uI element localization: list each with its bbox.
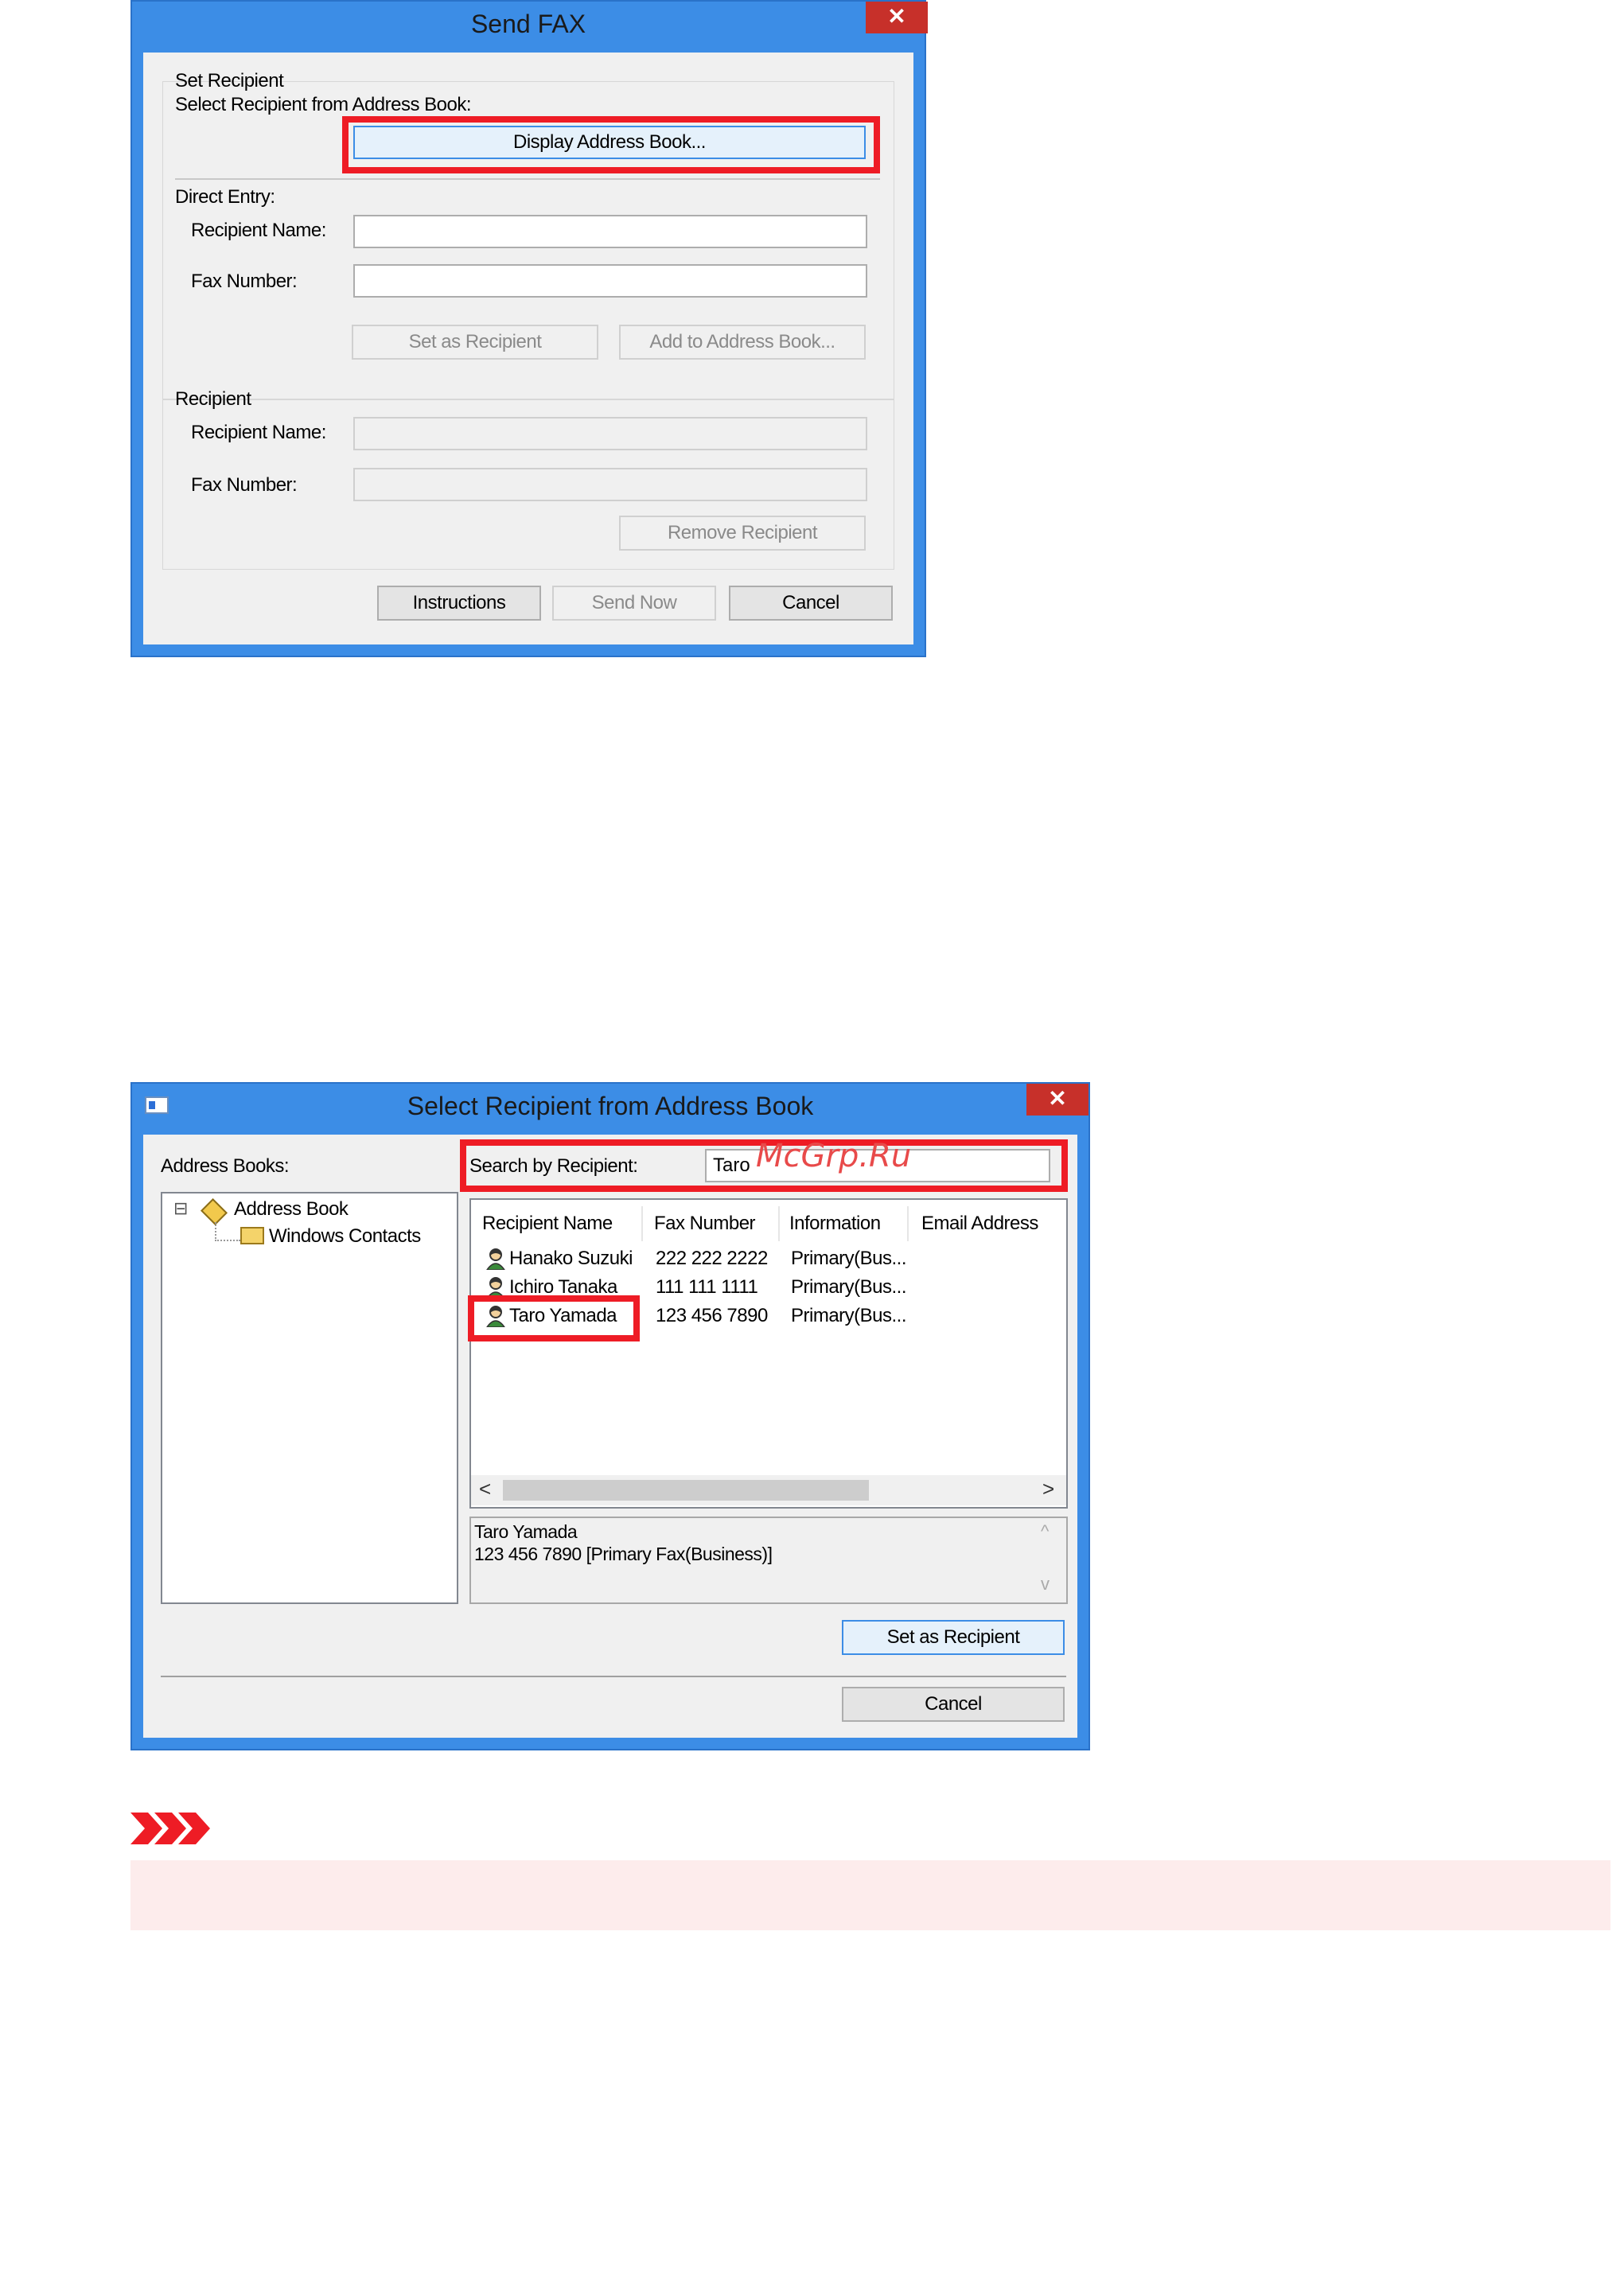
- recipient-detail-box: Taro Yamada 123 456 7890 [Primary Fax(Bu…: [469, 1517, 1068, 1604]
- column-header-information[interactable]: Information: [789, 1213, 881, 1235]
- recipient-list[interactable]: Recipient Name Fax Number Information Em…: [468, 1198, 1068, 1509]
- recipient-name-field[interactable]: [353, 215, 867, 248]
- address-books-label: Address Books:: [161, 1155, 290, 1177]
- contact-icon: [486, 1248, 505, 1270]
- column-header-fax-number[interactable]: Fax Number: [654, 1213, 756, 1235]
- address-book-tree[interactable]: ⊟ Address Book Windows Contacts: [161, 1192, 458, 1604]
- recipient-name-readonly: [353, 417, 867, 450]
- recipient-group-label: Recipient: [175, 388, 251, 410]
- fax-number-field[interactable]: [353, 264, 867, 298]
- cancel-button[interactable]: Cancel: [729, 586, 893, 621]
- highlight-display-address-book: [342, 116, 880, 173]
- fax-number-label: Fax Number:: [191, 271, 298, 292]
- add-to-address-book-button[interactable]: Add to Address Book...: [619, 325, 866, 360]
- highlight-selected-row: [468, 1295, 640, 1341]
- fax-number-label-2: Fax Number:: [191, 474, 298, 496]
- select-recipient-client: Address Books: ⊟ Address Book Windows Co…: [143, 1135, 1077, 1738]
- select-recipient-titlebar[interactable]: Select Recipient from Address Book ✕: [132, 1084, 1089, 1133]
- send-fax-title: Send FAX: [470, 10, 586, 38]
- scrollbar-thumb[interactable]: [503, 1480, 869, 1501]
- select-from-book-label: Select Recipient from Address Book:: [175, 94, 472, 115]
- table-row[interactable]: Hanako Suzuki 222 222 2222 Primary(Bus..…: [476, 1244, 1033, 1273]
- select-recipient-title: Select Recipient from Address Book: [407, 1092, 814, 1120]
- send-fax-client: Set Recipient Select Recipient from Addr…: [143, 53, 913, 644]
- folder-icon: [240, 1227, 264, 1244]
- cancel-button[interactable]: Cancel: [842, 1687, 1065, 1722]
- cell-recipient-name: Hanako Suzuki: [509, 1248, 633, 1269]
- important-icon: [130, 1813, 210, 1844]
- tree-item-address-book[interactable]: Address Book: [234, 1198, 349, 1221]
- cell-fax-number: 123 456 7890: [656, 1305, 768, 1326]
- send-fax-window: Send FAX ✕ Set Recipient Select Recipien…: [130, 0, 928, 657]
- detail-name: Taro Yamada: [474, 1521, 578, 1542]
- column-divider: [907, 1206, 909, 1241]
- send-now-button[interactable]: Send Now: [552, 586, 716, 621]
- close-icon[interactable]: ✕: [866, 2, 928, 33]
- cell-information: Primary(Bus...: [791, 1276, 907, 1298]
- cell-fax-number: 222 222 2222: [656, 1248, 768, 1269]
- send-fax-titlebar[interactable]: Send FAX ✕: [132, 2, 928, 51]
- cell-fax-number: 111 111 1111: [656, 1276, 758, 1298]
- column-divider: [778, 1206, 780, 1241]
- watermark-text: McGrp.Ru: [756, 1138, 912, 1174]
- detail-scroll-down-icon[interactable]: v: [1041, 1574, 1050, 1595]
- cell-information: Primary(Bus...: [791, 1248, 907, 1269]
- tree-item-windows-contacts[interactable]: Windows Contacts: [269, 1225, 421, 1248]
- address-book-icon: [201, 1198, 228, 1225]
- scroll-right-icon[interactable]: >: [1042, 1477, 1054, 1501]
- direct-entry-separator: [175, 178, 880, 180]
- column-header-email-address[interactable]: Email Address: [921, 1213, 1038, 1235]
- direct-entry-label: Direct Entry:: [175, 186, 275, 208]
- detail-scroll-up-icon[interactable]: ^: [1041, 1521, 1049, 1542]
- cell-information: Primary(Bus...: [791, 1305, 907, 1326]
- set-recipient-group-label: Set Recipient: [175, 70, 284, 92]
- detail-fax: 123 456 7890 [Primary Fax(Business)]: [474, 1544, 773, 1564]
- remove-recipient-button[interactable]: Remove Recipient: [619, 516, 866, 551]
- select-recipient-window: Select Recipient from Address Book ✕ Add…: [130, 1082, 1090, 1750]
- recipient-name-label: Recipient Name:: [191, 220, 326, 241]
- close-icon[interactable]: ✕: [1026, 1084, 1089, 1116]
- instructions-button[interactable]: Instructions: [377, 586, 541, 621]
- column-header-recipient-name[interactable]: Recipient Name: [482, 1213, 613, 1235]
- tree-connector: [215, 1222, 240, 1241]
- set-as-recipient-button[interactable]: Set as Recipient: [352, 325, 598, 360]
- tree-expander-icon[interactable]: ⊟: [173, 1198, 188, 1219]
- horizontal-scrollbar[interactable]: < >: [471, 1475, 1066, 1505]
- column-divider: [641, 1206, 643, 1241]
- bottom-separator: [161, 1676, 1066, 1677]
- important-bar: [130, 1860, 1610, 1930]
- recipient-name-label-2: Recipient Name:: [191, 422, 326, 443]
- fax-number-readonly: [353, 468, 867, 501]
- scroll-left-icon[interactable]: <: [479, 1477, 491, 1501]
- set-as-recipient-button[interactable]: Set as Recipient: [842, 1620, 1065, 1655]
